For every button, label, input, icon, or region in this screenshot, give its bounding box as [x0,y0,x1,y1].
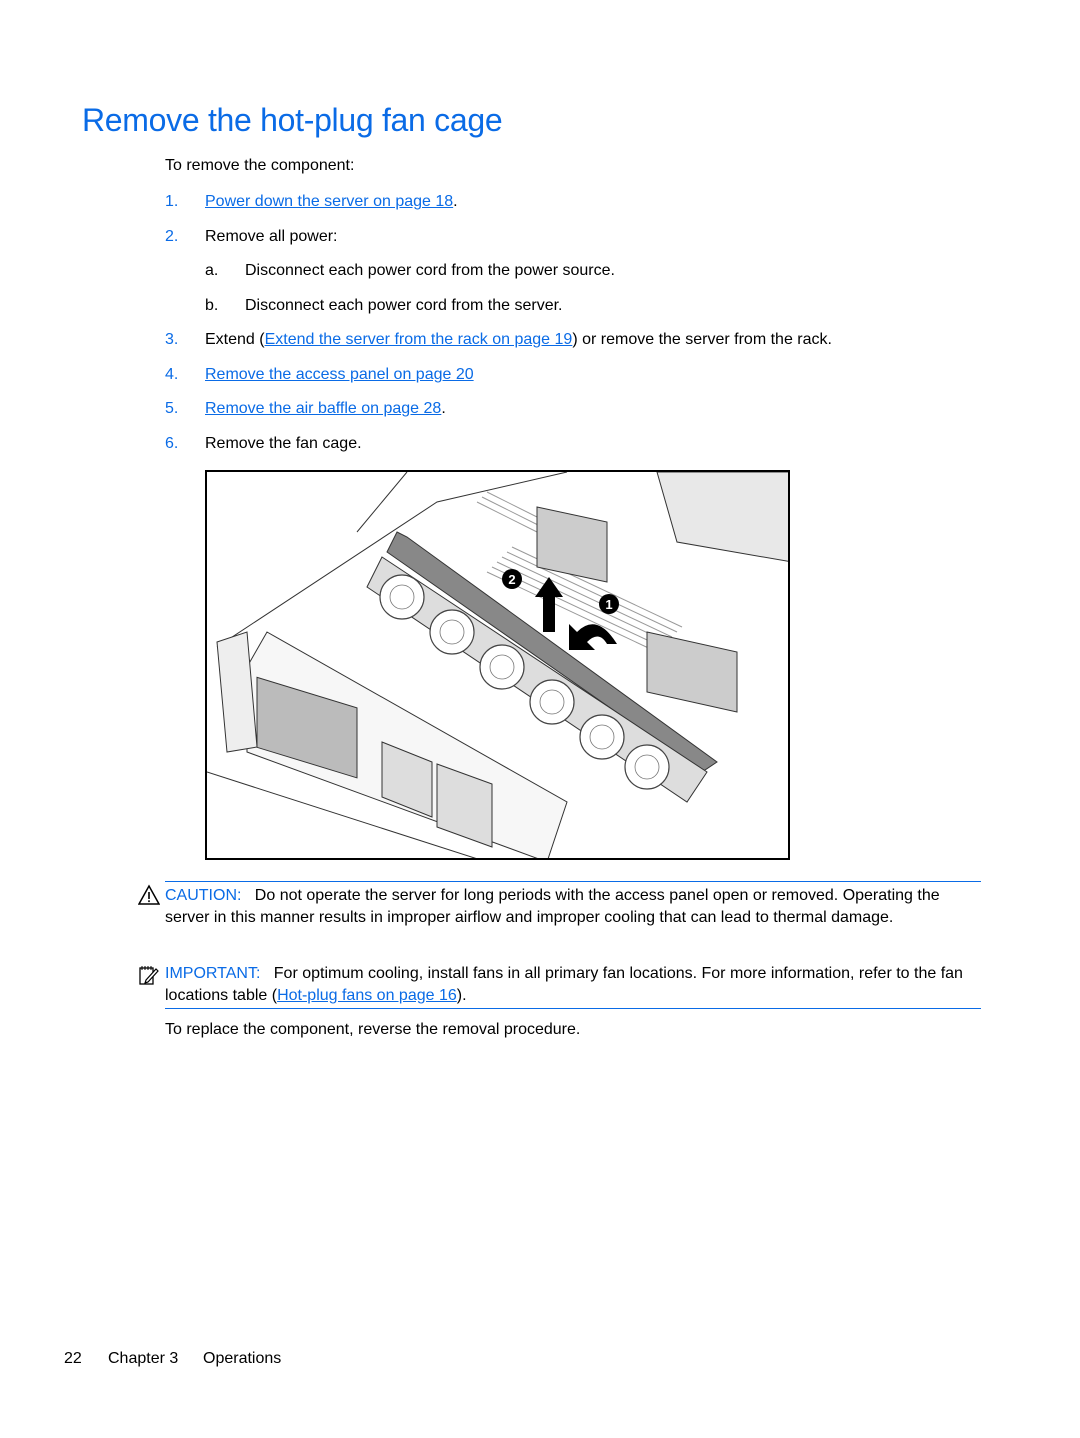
step-number: 1. [165,193,179,210]
substep-letter: b. [205,297,219,314]
extend-server-link[interactable]: Extend the server from the rack on page … [265,331,573,348]
step-number: 6. [165,435,179,452]
step-number: 3. [165,331,179,348]
closing-text: To replace the component, reverse the re… [165,1021,581,1038]
substep-text: Disconnect each power cord from the serv… [245,297,563,314]
substep-letter: a. [205,262,219,279]
footer-chapter: Chapter 3 [108,1350,179,1367]
server-drawing: 2 1 [207,472,788,858]
step-text: Remove the fan cage. [205,435,362,452]
warning-triangle-icon [138,884,160,905]
important-note: IMPORTANT: For optimum cooling, install … [165,965,963,1004]
page-number: 22 [64,1350,82,1367]
step-number: 5. [165,400,179,417]
hot-plug-fans-link[interactable]: Hot-plug fans on page 16 [277,987,457,1004]
fan-cage-illustration: 2 1 [205,470,790,860]
callout-1: 1 [599,594,619,614]
substep-text: Disconnect each power cord from the powe… [245,262,615,279]
step-number: 4. [165,366,179,383]
rotate-arrow-icon [569,624,617,650]
caution-top-rule [165,881,981,882]
svg-text:2: 2 [508,572,515,587]
caution-note: CAUTION: Do not operate the server for l… [165,885,981,929]
svg-text:1: 1 [605,597,612,612]
callout-2: 2 [502,569,522,589]
footer-section: Operations [203,1350,282,1367]
step-number: 2. [165,228,179,245]
note-pencil-icon [139,966,159,985]
important-bottom-rule [165,1008,981,1009]
caution-text: Do not operate the server for long perio… [165,887,940,926]
page-title: Remove the hot-plug fan cage [82,102,503,138]
caution-label: CAUTION: [165,887,242,904]
important-label: IMPORTANT: [165,965,261,982]
lift-arrow-icon [535,577,563,632]
step-text: Remove all power: [205,228,338,245]
power-down-link[interactable]: Power down the server on page 18 [205,193,453,210]
air-baffle-link[interactable]: Remove the air baffle on page 28 [205,400,441,417]
access-panel-link[interactable]: Remove the access panel on page 20 [205,366,474,383]
intro-text: To remove the component: [165,157,355,174]
